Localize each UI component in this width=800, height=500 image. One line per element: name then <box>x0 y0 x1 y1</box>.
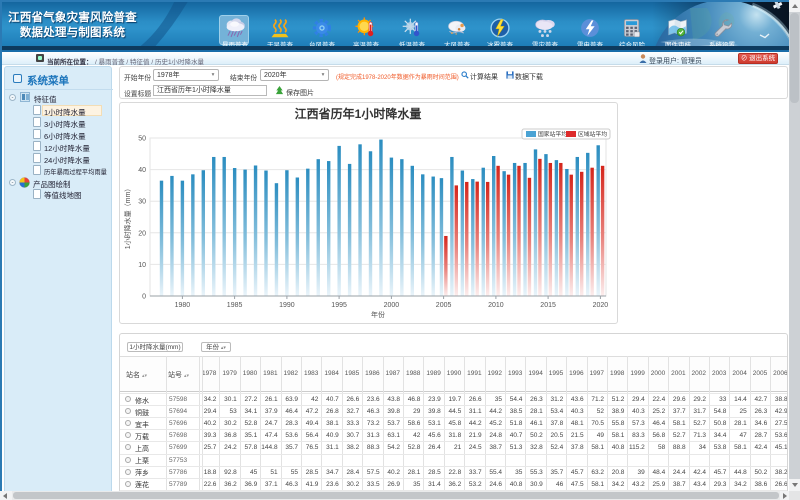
svg-text:2005: 2005 <box>436 302 452 309</box>
svg-text:30: 30 <box>138 199 146 206</box>
svg-text:区域站平均: 区域站平均 <box>578 130 607 138</box>
svg-text:20: 20 <box>138 230 146 237</box>
svg-text:2000: 2000 <box>384 302 400 309</box>
svg-text:40: 40 <box>138 167 146 174</box>
svg-text:1小时降水量（mm）: 1小时降水量（mm） <box>123 185 132 250</box>
svg-text:10: 10 <box>138 262 146 269</box>
svg-text:2015: 2015 <box>540 302 556 309</box>
svg-text:1990: 1990 <box>279 302 295 309</box>
svg-text:1980: 1980 <box>175 302 191 309</box>
svg-text:年份: 年份 <box>371 310 385 319</box>
svg-text:2010: 2010 <box>488 302 504 309</box>
svg-text:0: 0 <box>142 294 146 301</box>
svg-text:2020: 2020 <box>593 302 609 309</box>
svg-text:江西省历年1小时降水量: 江西省历年1小时降水量 <box>295 106 422 121</box>
svg-text:国家站平均: 国家站平均 <box>538 130 567 138</box>
svg-text:1995: 1995 <box>331 302 347 309</box>
svg-text:1985: 1985 <box>227 302 243 309</box>
svg-text:50: 50 <box>138 136 146 143</box>
